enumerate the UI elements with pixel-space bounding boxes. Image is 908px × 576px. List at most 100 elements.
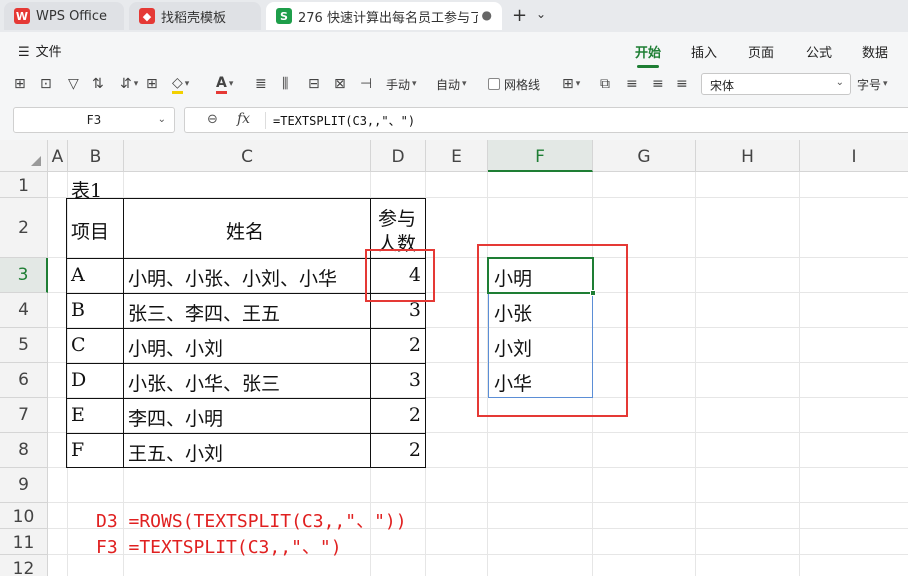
- convert-icon[interactable]: ⊞: [14, 74, 26, 94]
- row-header-7[interactable]: 7: [0, 398, 48, 433]
- column-icon[interactable]: ⫼: [282, 74, 288, 94]
- chevron-down-icon[interactable]: ⌄: [536, 7, 546, 21]
- gridlines-checkbox[interactable]: 网格线: [488, 74, 540, 94]
- item-cell[interactable]: E: [71, 404, 85, 426]
- row-header-6[interactable]: 6: [0, 363, 48, 398]
- tab-home[interactable]: 开始: [635, 42, 661, 68]
- count-cell[interactable]: 3: [370, 299, 421, 321]
- auto-wrap-button[interactable]: 自动 ▾: [436, 74, 467, 94]
- table-border: [66, 433, 426, 434]
- name-box[interactable]: F3 ⌄: [13, 107, 175, 133]
- row-header-11[interactable]: 11: [0, 529, 48, 555]
- checkbox-icon: [488, 78, 500, 90]
- align-right-icon[interactable]: ≡: [676, 74, 688, 94]
- spreadsheet-icon: S: [276, 8, 292, 24]
- column-header-f[interactable]: F: [488, 140, 593, 172]
- tab-formula[interactable]: 公式: [806, 42, 832, 61]
- select-all-corner[interactable]: [0, 140, 48, 172]
- manual-wrap-button[interactable]: 手动 ▾: [386, 74, 417, 94]
- item-cell[interactable]: C: [71, 334, 86, 356]
- row-header-12[interactable]: 12: [0, 555, 48, 576]
- item-cell[interactable]: B: [71, 299, 85, 321]
- table-border: [66, 467, 426, 468]
- filter-icon[interactable]: ▽: [68, 74, 79, 94]
- sort-icon[interactable]: ⇵ ▾: [120, 74, 138, 94]
- tab-wps-office[interactable]: W WPS Office: [4, 2, 124, 30]
- wrap-icon[interactable]: ⊟: [308, 74, 320, 94]
- border-icon[interactable]: ⊞: [146, 74, 158, 94]
- row-header-4[interactable]: 4: [0, 293, 48, 328]
- close-dot-icon[interactable]: ●: [482, 8, 492, 22]
- formula-text[interactable]: =TEXTSPLIT(C3,,"、"): [273, 112, 415, 129]
- column-header-row: A B C D E F G H I: [0, 140, 908, 172]
- row-header-5[interactable]: 5: [0, 328, 48, 363]
- formula-note-f3[interactable]: F3 =TEXTSPLIT(C3,,"、"): [96, 533, 342, 559]
- docer-icon: ◆: [139, 8, 155, 24]
- column-header-d[interactable]: D: [371, 140, 426, 172]
- formula-note-d3[interactable]: D3 =ROWS(TEXTSPLIT(C3,,"、")): [96, 507, 407, 533]
- align-left-icon[interactable]: ≡: [626, 74, 638, 94]
- font-size-select[interactable]: 字号 ▾: [857, 74, 888, 94]
- count-cell[interactable]: 3: [370, 369, 421, 391]
- tab-docer-templates[interactable]: ◆ 找稻壳模板: [129, 2, 261, 30]
- names-cell[interactable]: 张三、李四、王五: [128, 299, 280, 326]
- row-header-9[interactable]: 9: [0, 468, 48, 503]
- formula-input[interactable]: ⊖ fx =TEXTSPLIT(C3,,"、"): [184, 107, 908, 133]
- header-item[interactable]: 项目: [71, 217, 109, 244]
- table-border: [370, 198, 371, 468]
- row-header-8[interactable]: 8: [0, 433, 48, 468]
- auto-wrap-label: 自动: [436, 77, 461, 92]
- new-tab-plus-icon[interactable]: +: [512, 5, 527, 26]
- names-cell[interactable]: 王五、小刘: [128, 439, 223, 466]
- gridlines-label: 网格线: [504, 77, 541, 92]
- table-border: [66, 398, 426, 399]
- column-header-a[interactable]: A: [48, 140, 68, 172]
- chevron-down-icon: ⌄: [157, 114, 166, 125]
- header-count-line1[interactable]: 参与: [378, 204, 416, 231]
- count-cell[interactable]: 2: [370, 404, 421, 426]
- names-cell[interactable]: 小明、小张、小刘、小华: [128, 264, 337, 291]
- cell-style-icon[interactable]: ⧉: [600, 74, 610, 94]
- tab-page[interactable]: 页面: [748, 42, 774, 61]
- column-header-b[interactable]: B: [68, 140, 124, 172]
- column-header-g[interactable]: G: [593, 140, 696, 172]
- tab-label: WPS Office: [36, 8, 108, 24]
- font-color-icon[interactable]: A ▾: [216, 74, 233, 94]
- column-header-h[interactable]: H: [696, 140, 800, 172]
- fill-color-icon[interactable]: ◇ ▾: [172, 74, 189, 94]
- tab-insert[interactable]: 插入: [691, 42, 717, 61]
- file-menu-button[interactable]: ☰ 文件: [18, 41, 62, 60]
- tab-active-workbook[interactable]: S 276 快速计算出每名员工参与了几 ●: [266, 2, 502, 30]
- font-family-select[interactable]: 宋体 ⌄: [701, 73, 851, 95]
- merge-icon[interactable]: ⊠: [334, 74, 346, 94]
- column-header-e[interactable]: E: [426, 140, 488, 172]
- align-icon[interactable]: ≣: [255, 74, 267, 94]
- table-style-icon[interactable]: ⊞ ▾: [562, 74, 580, 94]
- row-header-3[interactable]: 3: [0, 258, 48, 293]
- row-header-10[interactable]: 10: [0, 503, 48, 529]
- item-cell[interactable]: A: [71, 264, 85, 286]
- names-cell[interactable]: 小明、小刘: [128, 334, 223, 361]
- column-header-c[interactable]: C: [124, 140, 371, 172]
- menu-bar: ☰ 文件 开始 插入 页面 公式 数据: [0, 32, 908, 68]
- names-cell[interactable]: 小张、小华、张三: [128, 369, 280, 396]
- row-header-1[interactable]: 1: [0, 172, 48, 198]
- align-center-icon[interactable]: ≡: [652, 74, 664, 94]
- indent-icon[interactable]: ⊣: [360, 74, 372, 94]
- count-cell[interactable]: 2: [370, 334, 421, 356]
- item-cell[interactable]: F: [71, 439, 84, 461]
- row-header-2[interactable]: 2: [0, 198, 48, 258]
- filter-clear-icon[interactable]: ⊡: [40, 74, 52, 94]
- highlight-box-d3: [365, 249, 435, 302]
- names-cell[interactable]: 李四、小明: [128, 404, 223, 431]
- fx-icon[interactable]: fx: [237, 111, 250, 127]
- column-header-i[interactable]: I: [800, 140, 908, 172]
- item-cell[interactable]: D: [71, 369, 86, 391]
- zoom-icon[interactable]: ⊖: [207, 112, 218, 127]
- spreadsheet-grid[interactable]: A B C D E F G H I 1 2 3 4 5 6 7 8 9 10 1…: [0, 140, 908, 576]
- sort-asc-icon[interactable]: ⇅: [92, 74, 104, 94]
- table-border: [425, 198, 426, 468]
- tab-data[interactable]: 数据: [862, 42, 888, 61]
- header-name[interactable]: 姓名: [226, 217, 264, 244]
- count-cell[interactable]: 2: [370, 439, 421, 461]
